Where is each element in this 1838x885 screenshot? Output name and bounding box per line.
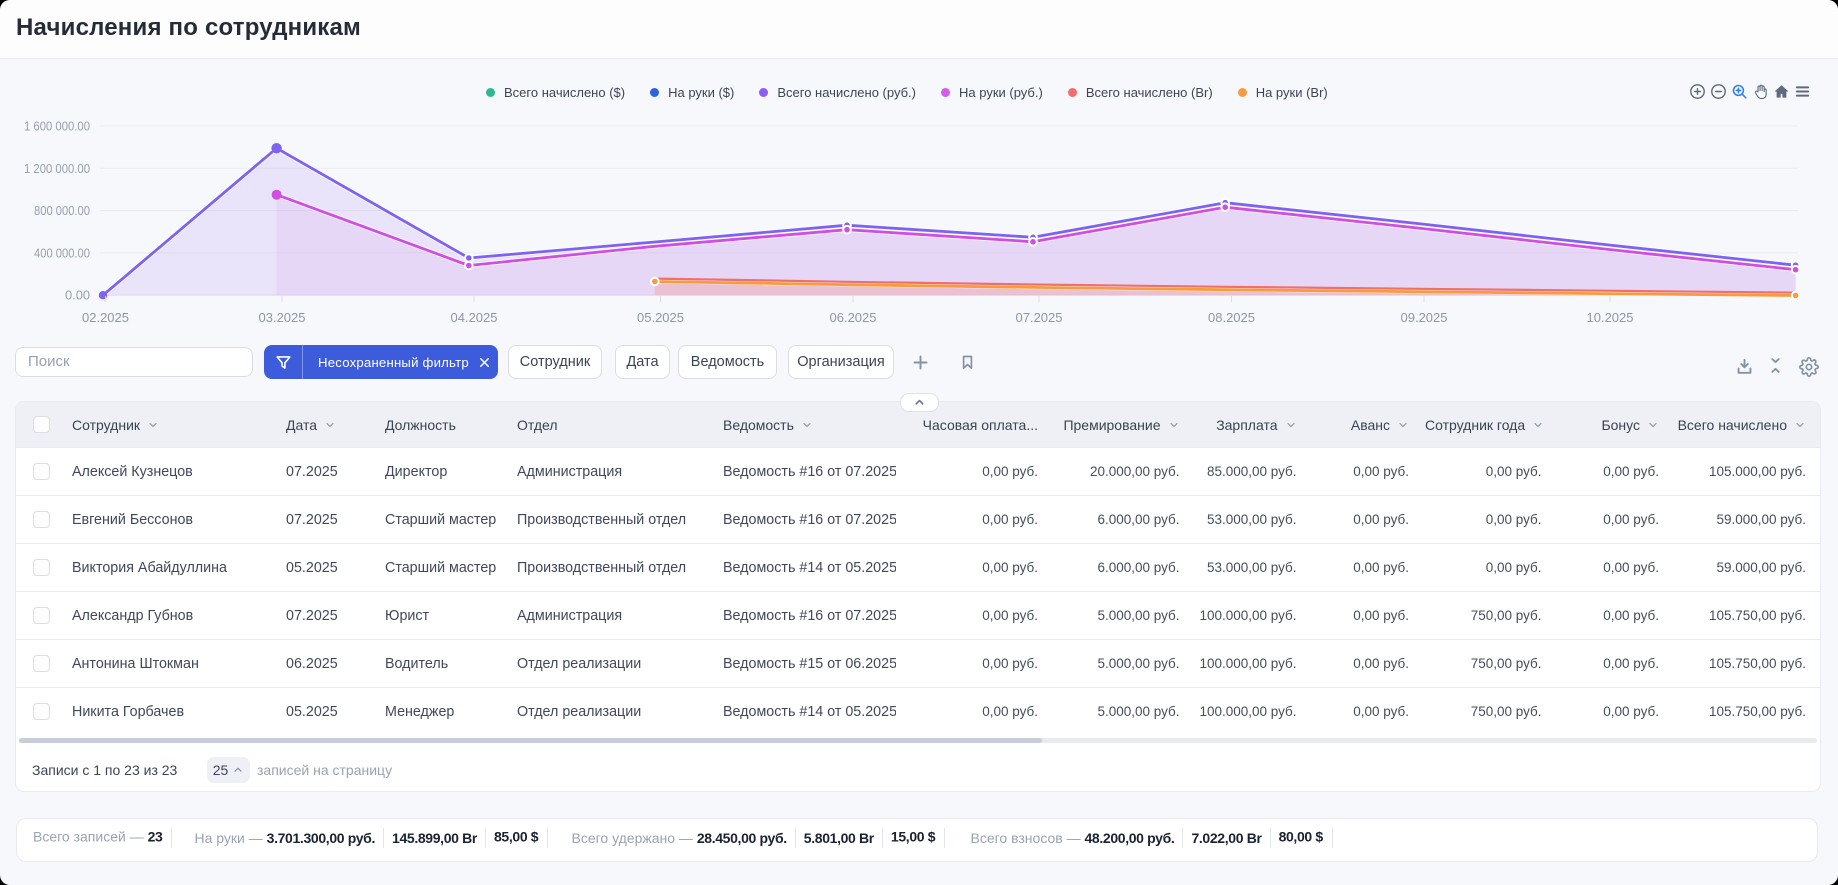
svg-text:1 600 000.00: 1 600 000.00	[24, 119, 90, 134]
svg-text:1 200 000.00: 1 200 000.00	[24, 161, 90, 176]
svg-text:800 000.00: 800 000.00	[34, 203, 90, 218]
svg-text:04.2025: 04.2025	[451, 310, 498, 325]
svg-text:02.2025: 02.2025	[82, 310, 129, 325]
svg-text:08.2025: 08.2025	[1208, 310, 1255, 325]
svg-text:03.2025: 03.2025	[259, 310, 306, 325]
svg-text:10.2025: 10.2025	[1587, 310, 1634, 325]
svg-text:09.2025: 09.2025	[1401, 310, 1448, 325]
svg-text:400 000.00: 400 000.00	[34, 245, 90, 260]
svg-text:0.00: 0.00	[65, 288, 90, 303]
svg-text:07.2025: 07.2025	[1016, 310, 1063, 325]
svg-text:06.2025: 06.2025	[830, 310, 877, 325]
svg-text:05.2025: 05.2025	[637, 310, 684, 325]
